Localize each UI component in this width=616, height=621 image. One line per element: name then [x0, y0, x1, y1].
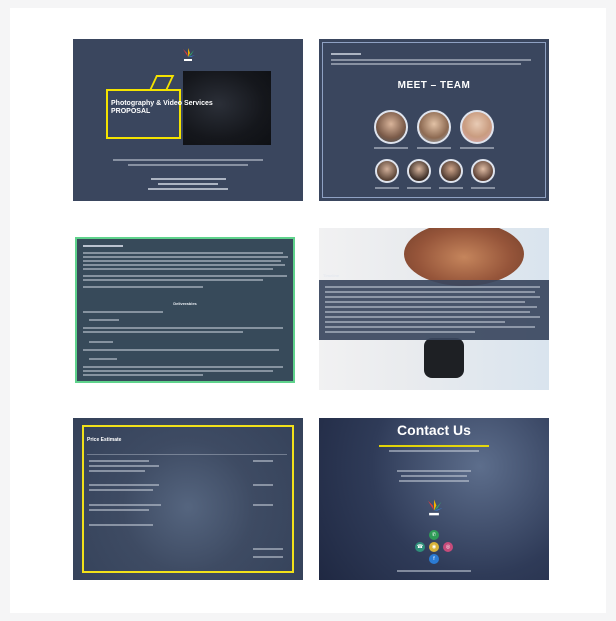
text-line	[471, 187, 495, 189]
avatar	[460, 110, 494, 144]
text-line	[325, 326, 535, 328]
text-line	[253, 548, 283, 550]
avatar	[439, 159, 463, 183]
divider	[87, 454, 287, 455]
text-line	[83, 260, 281, 262]
company-logo-icon	[427, 499, 443, 516]
text-line	[374, 147, 408, 149]
text-line	[417, 147, 451, 149]
text-line	[253, 484, 273, 486]
text-line	[379, 445, 489, 447]
text-line	[83, 286, 203, 288]
price-frame	[82, 425, 294, 573]
text-line	[83, 268, 273, 270]
text-line	[325, 321, 505, 323]
text-line	[325, 306, 537, 308]
frame-accent	[149, 75, 175, 89]
text-line	[331, 53, 361, 55]
text-line	[389, 450, 479, 452]
text-band: Timeline	[319, 274, 549, 340]
text-line	[253, 460, 273, 462]
text-line	[83, 331, 243, 333]
team-heading: MEET – TEAM	[397, 80, 471, 91]
text-line	[397, 470, 471, 472]
text-line	[460, 147, 494, 149]
text-line	[89, 460, 149, 462]
text-line	[89, 484, 159, 486]
text-line	[325, 296, 540, 298]
text-line	[331, 63, 521, 65]
text-line	[89, 509, 149, 511]
text-line	[325, 291, 535, 293]
text-line	[253, 556, 283, 558]
avatar	[471, 159, 495, 183]
text-line	[89, 489, 153, 491]
slide-thumbnail-timeline[interactable]: Timeline	[319, 228, 549, 390]
text-line	[83, 279, 263, 281]
scope-heading: Deliverables	[173, 301, 197, 306]
instagram-icon[interactable]: ◎	[443, 542, 453, 552]
text-line	[83, 245, 123, 247]
avatar	[374, 110, 408, 144]
text-line	[158, 183, 218, 185]
text-line	[325, 286, 540, 288]
slide-thumbnail-scope[interactable]: Deliverables	[75, 237, 295, 383]
text-line	[331, 59, 531, 61]
text-line	[148, 188, 228, 190]
text-line	[325, 316, 540, 318]
text-line	[89, 470, 145, 472]
text-line	[83, 256, 288, 258]
text-line	[151, 178, 226, 180]
slide-thumbnail-team[interactable]: MEET – TEAM	[319, 39, 549, 201]
text-line	[83, 370, 273, 372]
slide-thumbnail-contact[interactable]: Contact Us ✆ ☎ ◉ ◎ f	[319, 418, 549, 580]
text-line	[83, 366, 283, 368]
text-line	[89, 504, 161, 506]
text-line	[253, 504, 273, 506]
text-line	[89, 341, 113, 343]
facebook-icon[interactable]: f	[429, 554, 439, 564]
text-line	[325, 331, 475, 333]
avatar	[407, 159, 431, 183]
slide-thumbnail-cover[interactable]: Photography & Video Services PROPOSAL	[73, 39, 303, 201]
photo-subject	[404, 228, 524, 286]
contact-heading: Contact Us	[397, 422, 471, 438]
text-line	[83, 311, 163, 313]
text-line	[407, 187, 431, 189]
text-line	[89, 358, 117, 360]
slide-gallery: Photography & Video Services PROPOSAL ME…	[10, 8, 606, 613]
website-icon[interactable]: ◉	[429, 542, 439, 552]
cover-title: Photography & Video Services PROPOSAL	[111, 100, 213, 115]
avatar	[375, 159, 399, 183]
text-line	[399, 480, 469, 482]
text-line	[325, 301, 525, 303]
slide-thumbnail-price[interactable]: Price Estimate	[73, 418, 303, 580]
text-line	[128, 164, 248, 166]
text-line	[397, 570, 471, 572]
text-line	[83, 327, 283, 329]
text-line	[83, 374, 203, 376]
text-line	[83, 275, 287, 277]
text-line	[89, 319, 119, 321]
text-line	[83, 349, 279, 351]
whatsapp-icon[interactable]: ✆	[429, 530, 439, 540]
text-line	[89, 465, 159, 467]
text-line	[375, 187, 399, 189]
price-heading: Price Estimate	[87, 437, 122, 443]
text-line	[113, 159, 263, 161]
camera-photo	[424, 338, 464, 378]
text-line	[83, 264, 285, 266]
text-line	[439, 187, 463, 189]
timeline-heading: Timeline	[323, 273, 340, 278]
text-line	[83, 252, 283, 254]
text-line	[401, 475, 467, 477]
company-logo-icon	[183, 48, 195, 61]
phone-icon[interactable]: ☎	[415, 542, 425, 552]
text-line	[89, 524, 153, 526]
avatar	[417, 110, 451, 144]
text-line	[325, 311, 530, 313]
